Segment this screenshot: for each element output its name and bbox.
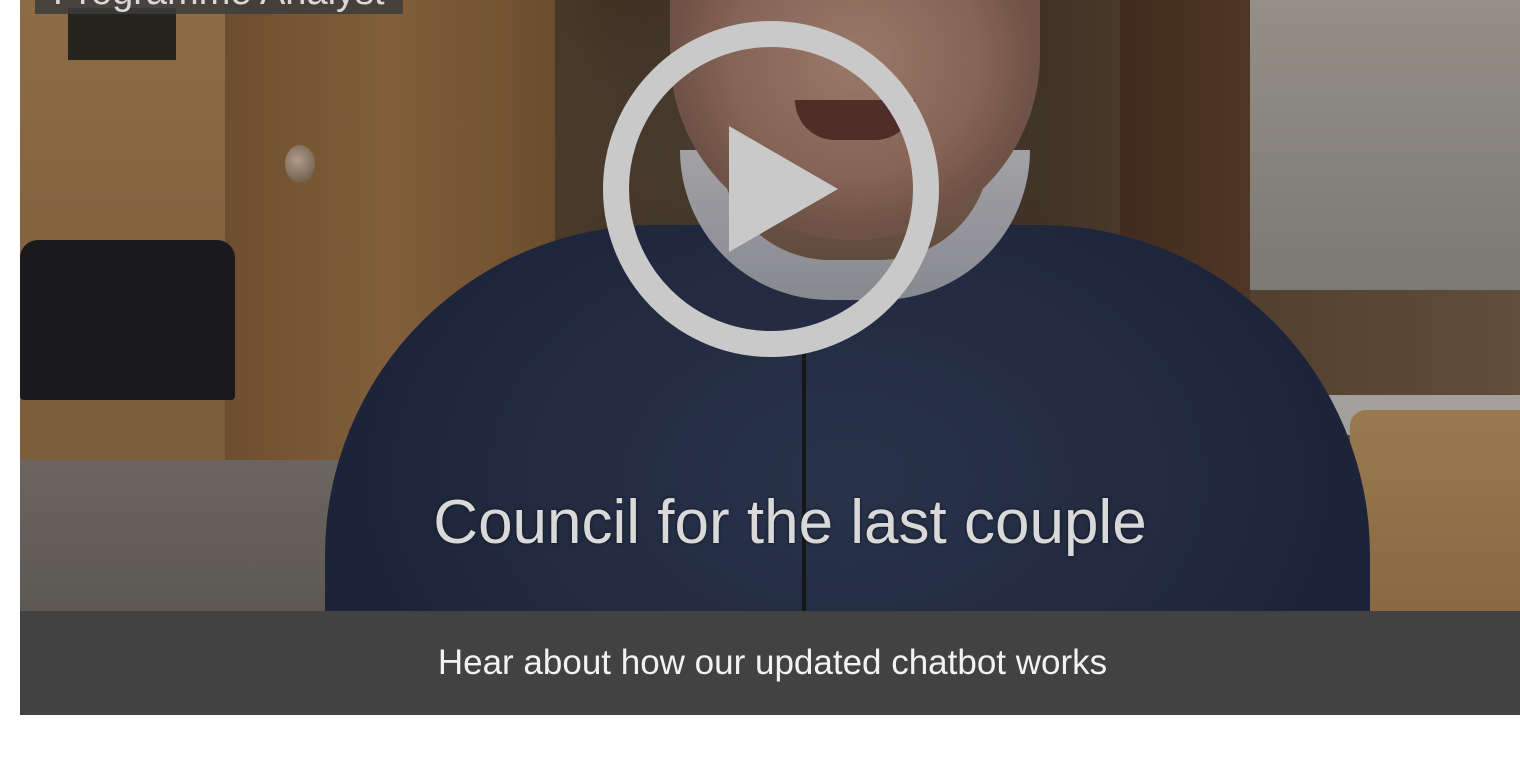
play-button[interactable] <box>602 20 940 358</box>
video-player[interactable]: Programme Analyst Council for the last c… <box>20 0 1520 611</box>
video-title-overlay: Programme Analyst <box>35 0 403 14</box>
video-card: Programme Analyst Council for the last c… <box>20 0 1520 715</box>
caption-bar-text: Hear about how our updated chatbot works <box>437 643 1108 682</box>
video-subtitle: Council for the last couple <box>433 488 1147 557</box>
play-circle-icon <box>603 21 939 357</box>
